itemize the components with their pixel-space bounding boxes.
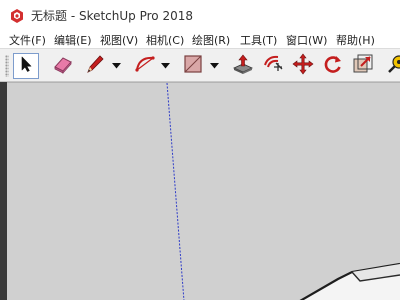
arc-tool-button[interactable] [132,53,158,79]
select-arrow-icon [17,55,35,77]
offset-icon [262,53,284,79]
push-pull-icon [232,53,254,79]
menu-help[interactable]: 帮助(H) [336,32,375,48]
sketchup-logo-icon [9,8,25,24]
sketchup-window: 无标题 - SketchUp Pro 2018 文件(F) 编辑(E) 视图(V… [0,0,400,300]
toolbar-grip[interactable] [5,55,9,77]
scale-icon [352,53,374,79]
menu-draw[interactable]: 绘图(R) [192,32,230,48]
rectangle-icon [182,53,204,79]
push-pull-tool-button[interactable] [230,53,256,79]
blue-axis-line [166,83,185,300]
rotate-icon [322,53,344,79]
menu-window[interactable]: 窗口(W) [286,32,327,48]
eraser-icon [52,53,74,79]
scale-tool-button[interactable] [350,53,376,79]
arc-tool-dropdown[interactable] [160,62,170,70]
viewport-left-border [0,82,7,300]
menu-tools[interactable]: 工具(T) [240,32,277,48]
window-title: 无标题 - SketchUp Pro 2018 [31,9,193,23]
move-tool-button[interactable] [290,53,316,79]
drawing-viewport[interactable] [0,82,400,300]
select-tool-button[interactable] [13,53,39,79]
model-canvas [166,83,400,300]
rotate-tool-button[interactable] [320,53,346,79]
tape-measure-icon [386,53,400,79]
rectangle-tool-dropdown[interactable] [209,62,219,70]
tape-measure-tool-button[interactable] [384,53,400,79]
move-icon [292,53,314,79]
main-toolbar [0,48,400,82]
pencil-line-icon [84,53,106,79]
offset-tool-button[interactable] [260,53,286,79]
menu-file[interactable]: 文件(F) [9,32,46,48]
menu-camera[interactable]: 相机(C) [146,32,184,48]
arc-icon [134,53,156,79]
menu-bar: 文件(F) 编辑(E) 视图(V) 相机(C) 绘图(R) 工具(T) 窗口(W… [0,31,400,48]
menu-view[interactable]: 视图(V) [100,32,138,48]
line-tool-button[interactable] [82,53,108,79]
title-bar: 无标题 - SketchUp Pro 2018 [0,0,400,31]
eraser-tool-button[interactable] [50,53,76,79]
menu-edit[interactable]: 编辑(E) [54,32,92,48]
line-tool-dropdown[interactable] [111,62,121,70]
rectangle-tool-button[interactable] [180,53,206,79]
